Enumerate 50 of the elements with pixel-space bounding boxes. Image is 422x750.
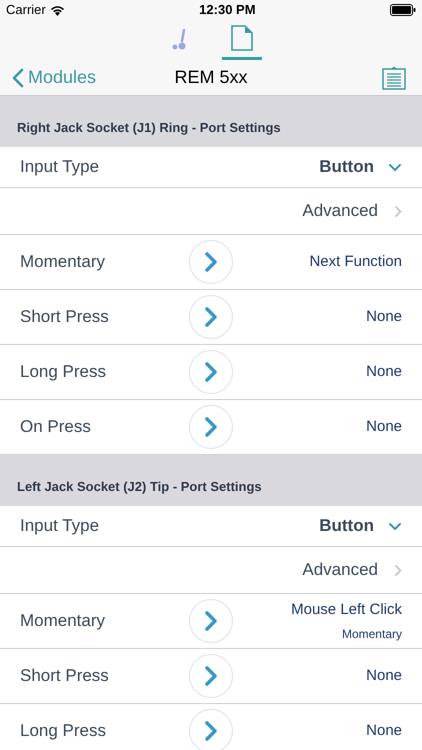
row-value: Next Function [309,252,402,272]
row-subtitle: Momentary [342,626,402,644]
clock: 12:30 PM [199,1,256,20]
section-header: Right Jack Socket (J1) Ring - Port Settings [17,118,281,137]
chevron-right-icon [204,251,218,273]
chevron-right-icon [204,610,218,632]
chevron-right-icon [204,665,218,687]
row-label: Momentary [20,610,106,632]
section-header: Left Jack Socket (J2) Tip - Port Settings [17,478,262,496]
chevron-button[interactable] [189,599,233,643]
chevron-button[interactable] [189,654,233,698]
row-value: Advanced [302,200,378,222]
row-value: None [366,416,402,437]
chevron-right-icon [204,720,218,742]
chevron-right-icon [204,361,218,383]
chevron-right-icon [394,564,402,576]
row-label: Long Press [20,361,107,384]
clipboard-icon [382,66,406,90]
row-value: Advanced [302,559,378,582]
carrier-label: Carrier [6,1,46,20]
row-value: None [366,720,402,741]
screen-title: REM 5xx [174,66,248,89]
chevron-right-icon [204,416,218,438]
wifi-icon [50,4,65,16]
row-value: Button [319,515,374,538]
row-label: Input Type [20,156,100,178]
document-icon [231,25,253,51]
chevron-button[interactable] [189,240,233,284]
row-label: Short Press [20,306,110,328]
row-value: Button [319,156,374,178]
row-value: None [366,306,402,327]
chevron-right-icon [204,306,218,328]
chevron-button[interactable] [189,405,233,449]
clipboard-button[interactable] [382,66,406,90]
chevron-button[interactable] [189,295,233,339]
chevron-button[interactable] [189,350,233,394]
back-chevron-icon [12,68,24,88]
row-label: Input Type [20,515,100,538]
chevron-button[interactable] [189,709,233,750]
row-value: None [366,666,402,686]
chevron-down-icon [388,162,402,172]
row-value: Mouse Left Click [291,600,402,620]
row-label: Long Press [20,720,107,742]
row-label: On Press [20,416,92,438]
row-label: Short Press [20,665,110,688]
battery-icon [390,4,416,16]
row-value: None [366,362,402,382]
row-label: Momentary [20,251,106,274]
chevron-right-icon [394,204,402,218]
chevron-down-icon [388,522,402,530]
